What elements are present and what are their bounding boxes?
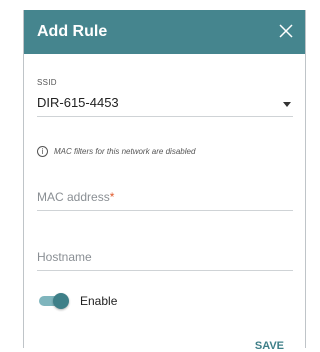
enable-toggle[interactable] [39,293,69,309]
dialog-title: Add Rule [37,23,108,40]
close-icon[interactable] [279,24,293,38]
ssid-label: SSID [37,78,57,87]
info-text: MAC filters for this network are disable… [54,146,196,156]
mac-filter-info: i MAC filters for this network are disab… [37,144,195,158]
mac-address-placeholder: MAC address* [37,190,115,204]
enable-label: Enable [80,294,118,308]
enable-row: Enable [39,292,117,310]
required-mark: * [109,190,115,204]
toggle-knob [53,293,69,309]
save-button[interactable]: SAVE [255,340,284,352]
hostname-field[interactable]: Hostname [37,246,293,271]
mac-address-field[interactable]: MAC address* [37,186,293,211]
add-rule-dialog: Add Rule SSID DIR-615-4453 i MAC filters… [23,10,306,352]
dialog-header: Add Rule [24,10,305,54]
hostname-placeholder: Hostname [37,250,92,264]
chevron-down-icon [283,102,291,107]
info-icon: i [37,145,48,157]
ssid-select[interactable]: DIR-615-4453 [37,92,293,117]
ssid-value: DIR-615-4453 [37,95,119,110]
